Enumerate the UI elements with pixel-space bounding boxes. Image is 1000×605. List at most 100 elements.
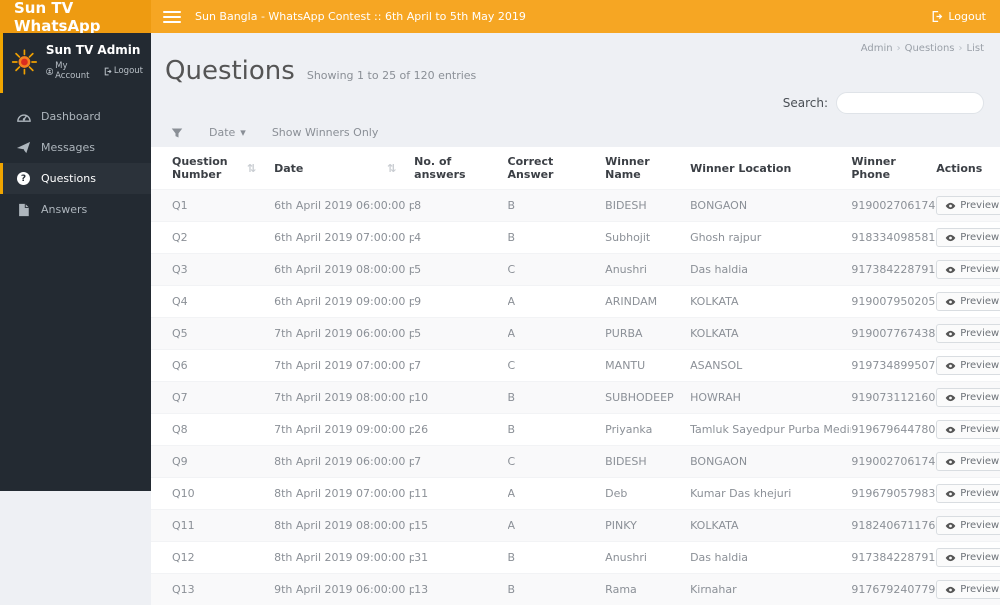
sidebar-item-answers[interactable]: Answers [0,194,151,225]
winner-phone-cell: 917384228791 [851,542,936,574]
question-number-cell: Q11 [151,510,274,542]
preview-button[interactable]: Preview [936,516,1000,535]
preview-button[interactable]: Preview [936,484,1000,503]
date-cell: 7th April 2019 09:00:00 pm [274,414,414,446]
actions-cell: Preview [936,542,1000,574]
table-row: Q128th April 2019 09:00:00 pm31BAnushriD… [151,542,1000,574]
winner-name-cell: PINKY [605,510,690,542]
app-brand: Sun TV WhatsApp [0,0,151,33]
preview-label: Preview [960,424,999,435]
my-account-link[interactable]: My Account [46,61,95,81]
correct-answer-cell: B [508,222,606,254]
sidebar-logout-link[interactable]: Logout [103,61,143,81]
filter-funnel-icon[interactable] [171,127,183,139]
correct-answer-cell: B [508,382,606,414]
preview-button[interactable]: Preview [936,420,1000,439]
date-cell: 8th April 2019 07:00:00 pm [274,478,414,510]
preview-button[interactable]: Preview [936,228,1000,247]
winner-location-cell: BONGAON [690,190,851,222]
filter-row: Date ▾ Show Winners Only [151,122,1000,147]
winner-location-cell: ASANSOL [690,350,851,382]
winner-phone-cell: 917384228791 [851,254,936,286]
question-number-cell: Q3 [151,254,274,286]
entries-summary: Showing 1 to 25 of 120 entries [307,69,476,82]
answers-count-cell: 31 [414,542,507,574]
preview-button[interactable]: Preview [936,548,1000,567]
actions-cell: Preview [936,574,1000,605]
winner-phone-cell: 918240671176 [851,510,936,542]
correct-answer-cell: A [508,318,606,350]
correct-answer-cell: A [508,478,606,510]
correct-answer-cell: C [508,446,606,478]
preview-button[interactable]: Preview [936,580,1000,599]
eye-icon [945,330,956,338]
actions-cell: Preview [936,510,1000,542]
preview-label: Preview [960,232,999,243]
winner-name-cell: Anushri [605,254,690,286]
file-icon [16,202,31,217]
breadcrumb-list: List [967,43,984,54]
col-no-of-answers: No. of answers [414,147,507,190]
winner-location-cell: Das haldia [690,542,851,574]
sort-icon[interactable]: ⇅ [387,162,396,175]
correct-answer-cell: B [508,414,606,446]
sidebar-item-label: Questions [41,172,96,185]
breadcrumb: Admin›Questions›List [151,33,1000,54]
date-cell: 7th April 2019 07:00:00 pm [274,350,414,382]
date-cell: 8th April 2019 06:00:00 pm [274,446,414,478]
col-winner-name: Winner Name [605,147,690,190]
questions-table-body: Q16th April 2019 06:00:00 pm8BBIDESHBONG… [151,190,1000,605]
date-cell: 6th April 2019 09:00:00 pm [274,286,414,318]
col-winner-phone: Winner Phone [851,147,936,190]
logout-small-icon [103,67,112,76]
show-winners-only-toggle[interactable]: Show Winners Only [272,126,379,139]
col-question-number: Question Number⇅ [151,147,274,190]
preview-button[interactable]: Preview [936,452,1000,471]
admin-name: Sun TV Admin [46,43,143,57]
answers-count-cell: 7 [414,446,507,478]
preview-button[interactable]: Preview [936,324,1000,343]
my-account-label: My Account [55,61,95,81]
col-date: Date⇅ [274,147,414,190]
question-number-cell: Q12 [151,542,274,574]
breadcrumb-admin[interactable]: Admin [861,43,893,54]
preview-button[interactable]: Preview [936,388,1000,407]
logout-button[interactable]: Logout [930,10,986,23]
sidebar-item-questions[interactable]: ? Questions [0,163,151,194]
logout-label: Logout [948,10,986,23]
winner-location-cell: Kumar Das khejuri [690,478,851,510]
table-row: Q16th April 2019 06:00:00 pm8BBIDESHBONG… [151,190,1000,222]
preview-button[interactable]: Preview [936,356,1000,375]
search-label: Search: [783,96,828,110]
sun-logo [11,47,38,77]
sidebar-item-messages[interactable]: Messages [0,132,151,163]
question-number-cell: Q4 [151,286,274,318]
hamburger-menu-icon[interactable] [163,11,181,23]
col-correct-answer: Correct Answer [508,147,606,190]
winner-phone-cell: 918334098581 [851,222,936,254]
actions-cell: Preview [936,318,1000,350]
breadcrumb-questions[interactable]: Questions [905,43,955,54]
page-title: Questions [165,56,295,86]
actions-cell: Preview [936,446,1000,478]
actions-cell: Preview [936,286,1000,318]
date-filter-dropdown[interactable]: Date ▾ [209,126,246,139]
winner-name-cell: SUBHODEEP [605,382,690,414]
winner-location-cell: BONGAON [690,446,851,478]
preview-button[interactable]: Preview [936,292,1000,311]
winner-name-cell: Subhojit [605,222,690,254]
preview-label: Preview [960,520,999,531]
correct-answer-cell: C [508,254,606,286]
sidebar-item-dashboard[interactable]: Dashboard [0,101,151,132]
answers-count-cell: 5 [414,254,507,286]
table-row: Q26th April 2019 07:00:00 pm4BSubhojitGh… [151,222,1000,254]
search-input[interactable] [836,92,984,114]
sort-icon[interactable]: ⇅ [247,162,256,175]
preview-button[interactable]: Preview [936,260,1000,279]
winner-location-cell: Tamluk Sayedpur Purba Medinipur [690,414,851,446]
eye-icon [945,266,956,274]
eye-icon [945,522,956,530]
preview-button[interactable]: Preview [936,196,1000,215]
eye-icon [945,458,956,466]
eye-icon [945,298,956,306]
